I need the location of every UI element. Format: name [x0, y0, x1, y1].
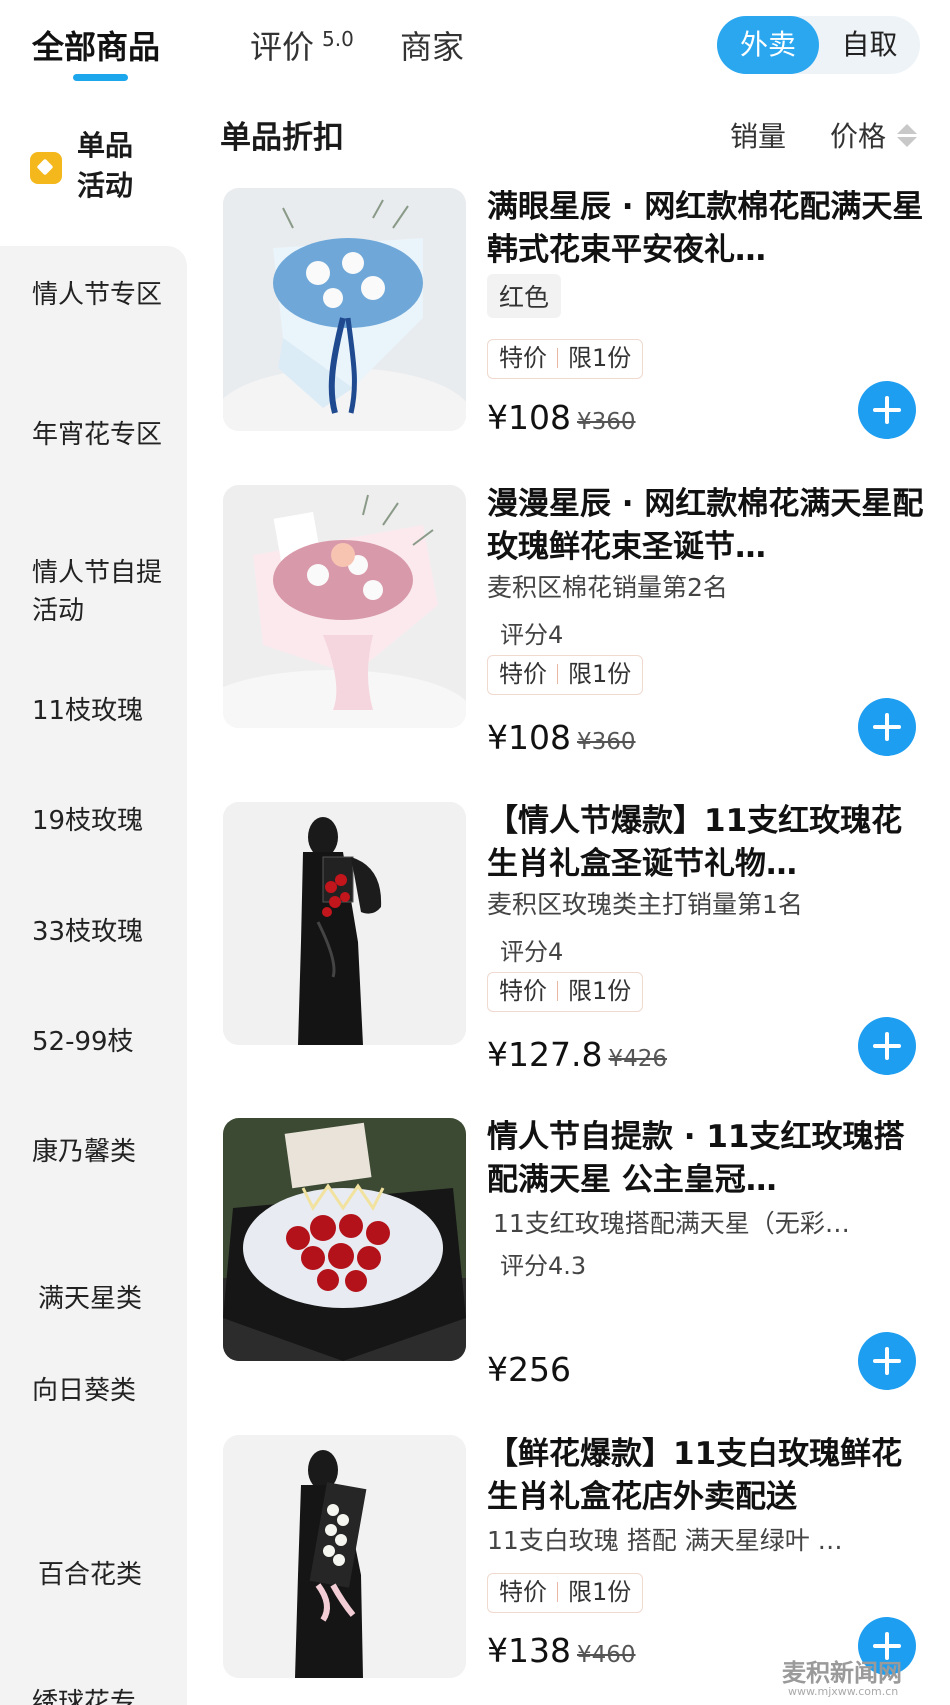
badge-special-price: 特价	[499, 660, 547, 688]
product-price: ¥108 ¥360	[487, 718, 636, 757]
promo-badge: 特价 限1份	[487, 339, 644, 379]
tag-icon	[30, 152, 62, 184]
current-price: ¥127.8	[487, 1035, 603, 1074]
sidebar-item[interactable]: 百合花类	[38, 1556, 168, 1594]
sort-arrows-icon	[897, 124, 917, 148]
original-price: ¥426	[608, 1046, 668, 1072]
product-card[interactable]: 情人节自提款 · 11支红玫瑰搭配满天星 公主皇冠… 11支红玫瑰搭配满天星（无…	[222, 1118, 932, 1418]
promo-badge: 特价 限1份	[487, 972, 644, 1012]
delivery-mode-toggle: 外卖 自取	[717, 16, 920, 74]
current-price: ¥138	[487, 1631, 571, 1670]
product-title[interactable]: 情人节自提款 · 11支红玫瑰搭配满天星 公主皇冠…	[487, 1116, 927, 1202]
product-image[interactable]	[223, 485, 466, 728]
tab-reviews[interactable]: 评价 5.0	[250, 22, 354, 68]
section-title: 单品折扣	[220, 120, 344, 156]
sort-by-sales-button[interactable]: 销量	[730, 115, 786, 155]
site-watermark-url: www.mjxww.com.cn	[788, 1685, 899, 1698]
original-price: ¥360	[576, 729, 636, 755]
sidebar-item[interactable]: 情人节自提活动	[32, 554, 162, 630]
promo-badge: 特价 限1份	[487, 1573, 644, 1613]
tab-merchant[interactable]: 商家	[400, 22, 464, 68]
product-image[interactable]	[223, 188, 466, 431]
product-description: 11支红玫瑰搭配满天星（无彩…	[493, 1209, 850, 1238]
original-price: ¥460	[576, 1642, 636, 1668]
product-image[interactable]	[223, 1118, 466, 1361]
promo-badge: 特价 限1份	[487, 655, 644, 695]
product-sales-rank: 麦积区棉花销量第2名	[487, 573, 728, 602]
category-sidebar: 单品活动 情人节专区 年宵花专区 情人节自提活动 11枝玫瑰 19枝玫瑰 33枝…	[0, 96, 187, 1705]
add-to-cart-button[interactable]	[858, 698, 916, 756]
current-price: ¥256	[487, 1350, 571, 1389]
category-list: 情人节专区 年宵花专区 情人节自提活动 11枝玫瑰 19枝玫瑰 33枝玫瑰 52…	[0, 246, 187, 1705]
sidebar-item-label: 单品活动	[77, 129, 134, 202]
product-spec-tag: 红色	[487, 274, 562, 318]
badge-special-price: 特价	[499, 1578, 547, 1606]
sidebar-item[interactable]: 向日葵类	[32, 1372, 162, 1410]
sidebar-item[interactable]: 年宵花专区	[32, 416, 162, 454]
sidebar-item-promo[interactable]: 单品活动	[0, 96, 187, 246]
sidebar-item[interactable]: 19枝玫瑰	[32, 802, 162, 840]
sidebar-item[interactable]: 绣球花专	[32, 1684, 162, 1705]
product-rating: 评分4	[500, 621, 564, 649]
product-title[interactable]: 漫漫星辰 · 网红款棉花满天星配玫瑰鲜花束圣诞节…	[487, 483, 927, 569]
sidebar-item[interactable]: 满天星类	[38, 1280, 168, 1318]
product-price: ¥108 ¥360	[487, 398, 636, 437]
add-to-cart-button[interactable]	[858, 381, 916, 439]
sidebar-item[interactable]: 11枝玫瑰	[32, 692, 162, 730]
site-watermark: 麦积新闻网	[782, 1658, 902, 1687]
delivery-mode-button[interactable]: 外卖	[717, 16, 819, 74]
product-card[interactable]: 满眼星辰 · 网红款棉花配满天星韩式花束平安夜礼… 红色 特价 限1份 ¥108 ¥…	[222, 188, 932, 488]
badge-limit: 限1份	[568, 660, 632, 688]
product-card[interactable]: 【情人节爆款】11支红玫瑰花生肖礼盒圣诞节礼物… 麦积区玫瑰类主打销量第1名 评…	[222, 802, 932, 1102]
sort-by-price-button[interactable]: 价格	[830, 115, 886, 155]
top-tab-bar: 全部商品 评价 5.0 商家 外卖 自取	[0, 0, 950, 96]
badge-special-price: 特价	[499, 344, 547, 372]
add-to-cart-button[interactable]	[858, 1017, 916, 1075]
tab-all-products[interactable]: 全部商品	[32, 22, 160, 68]
white-rose-gift-box-icon	[223, 1435, 466, 1678]
product-sales-rank: 麦积区玫瑰类主打销量第1名	[487, 890, 803, 919]
product-price: ¥138 ¥460	[487, 1631, 636, 1670]
review-score: 5.0	[322, 27, 354, 51]
product-rating: 评分4	[500, 938, 564, 966]
sidebar-item[interactable]: 情人节专区	[32, 276, 162, 314]
pink-cotton-bouquet-icon	[223, 485, 466, 728]
sidebar-item[interactable]: 33枝玫瑰	[32, 913, 162, 951]
red-rose-gift-box-icon	[223, 802, 466, 1045]
product-title[interactable]: 【鲜花爆款】11支白玫瑰鲜花生肖礼盒花店外卖配送	[487, 1433, 927, 1519]
badge-limit: 限1份	[568, 977, 632, 1005]
add-to-cart-button[interactable]	[858, 1332, 916, 1390]
product-title[interactable]: 满眼星辰 · 网红款棉花配满天星韩式花束平安夜礼…	[487, 186, 927, 272]
blue-cotton-bouquet-icon	[223, 188, 466, 431]
pickup-mode-button[interactable]: 自取	[819, 16, 920, 74]
current-price: ¥108	[487, 718, 571, 757]
product-card[interactable]: 漫漫星辰 · 网红款棉花满天星配玫瑰鲜花束圣诞节… 麦积区棉花销量第2名 评分4…	[222, 485, 932, 785]
sidebar-item[interactable]: 康乃馨类	[32, 1133, 162, 1171]
product-price: ¥256	[487, 1350, 571, 1389]
product-description: 11支白玫瑰 搭配 满天星绿叶 …	[487, 1526, 843, 1555]
product-price: ¥127.8 ¥426	[487, 1035, 667, 1074]
product-title[interactable]: 【情人节爆款】11支红玫瑰花生肖礼盒圣诞节礼物…	[487, 800, 927, 886]
product-image[interactable]	[223, 1435, 466, 1678]
badge-special-price: 特价	[499, 977, 547, 1005]
tab-reviews-label: 评价	[250, 28, 315, 66]
active-tab-indicator	[73, 74, 128, 81]
original-price: ¥360	[576, 409, 636, 435]
badge-limit: 限1份	[568, 1578, 632, 1606]
sidebar-item[interactable]: 52-99枝	[32, 1023, 162, 1061]
current-price: ¥108	[487, 398, 571, 437]
product-image[interactable]	[223, 802, 466, 1045]
product-rating: 评分4.3	[500, 1252, 587, 1280]
badge-limit: 限1份	[568, 344, 632, 372]
red-rose-crown-bouquet-icon	[223, 1118, 466, 1361]
